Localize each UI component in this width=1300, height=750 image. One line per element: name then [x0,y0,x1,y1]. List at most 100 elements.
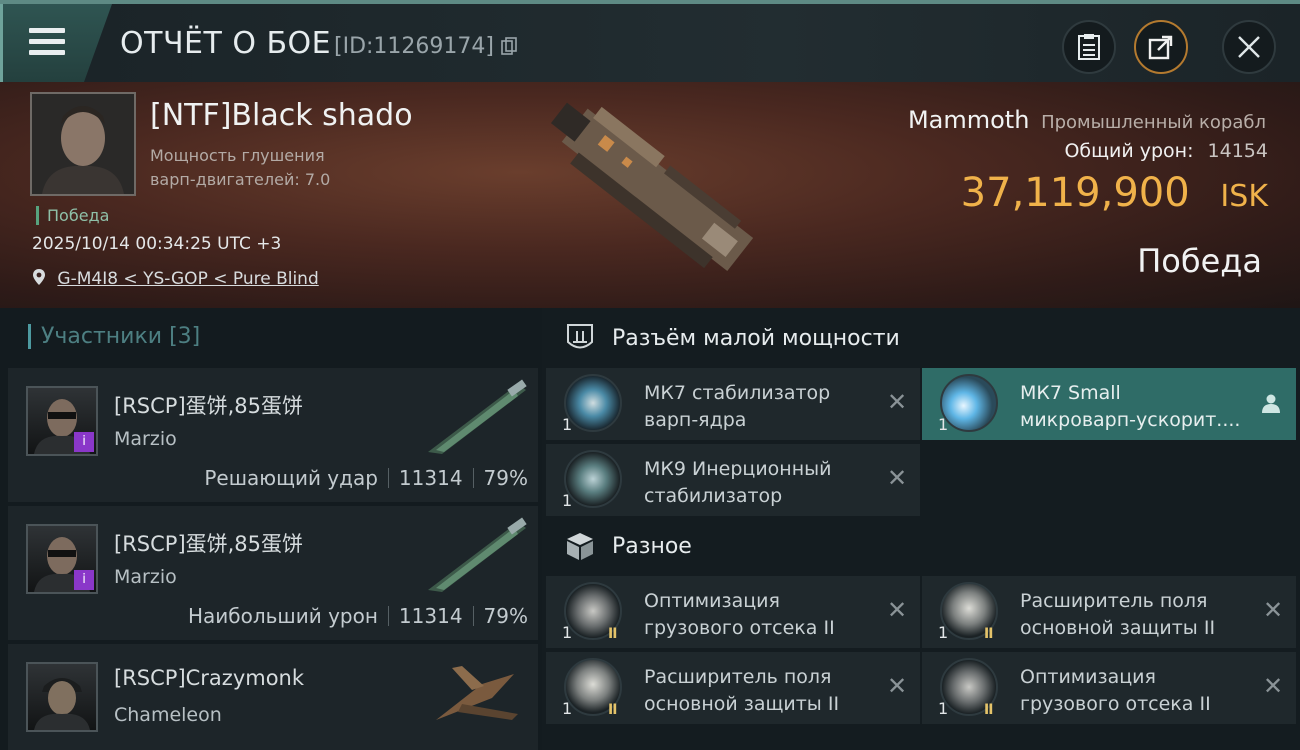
module-name-line-1: МК7 Small [1020,382,1121,404]
tech2-icon: II [984,626,993,642]
fitting-slot[interactable]: II 1 Расширитель поля основной защиты II… [922,576,1296,648]
participant-name: [RSCP]蛋饼,85蛋饼 [114,532,304,556]
fitting-slot[interactable]: 1 МК7 стабилизатор варп-ядра ✕ [546,368,920,440]
status-badge: Победа [36,206,109,225]
low-slot-header: Разъём малой мощности [564,322,900,354]
clipboard-button[interactable] [1062,20,1116,74]
remove-icon[interactable]: ✕ [886,466,908,490]
participants-count: [3] [169,324,201,349]
fittings-panel: Разъём малой мощности 1 МК7 стабилизатор… [542,308,1300,750]
participant-avatar: i [26,524,98,594]
module-icon [564,450,622,508]
module-icon [940,374,998,432]
pilot-portrait-image [32,94,134,194]
participant-percent: 79% [483,604,528,628]
fitting-slot[interactable]: II 1 Оптимизация грузового отсека II ✕ [922,652,1296,724]
victim-name[interactable]: [NTF]Black shado [150,98,413,133]
module-name-line-1: Оптимизация [644,590,780,612]
participant-ship: Marzio [114,566,177,588]
share-button[interactable] [1134,20,1188,74]
total-damage-value: 14154 [1207,140,1268,162]
clipboard-icon [1078,34,1100,60]
tech2-icon: II [608,702,617,718]
participant-card[interactable]: i [RSCP]蛋饼,85蛋饼 Marzio Наибольший урон 11… [8,506,538,640]
victim-ship[interactable]: Mammoth Промышленный корабл [908,106,1266,134]
module-name-line-2: основной защиты II [1020,617,1216,639]
module-name-line-2: грузового отсека II [1020,693,1211,715]
total-damage: Общий урон: 14154 [1064,140,1268,162]
isk-unit: ISK [1220,179,1268,214]
battle-result: Победа [1137,242,1262,280]
user-icon[interactable] [1260,392,1282,414]
participants-title: Участники [3] [28,324,200,349]
victim-ship-image [550,102,754,272]
remove-icon[interactable]: ✕ [1262,598,1284,622]
kill-datetime: 2025/10/14 00:34:25 UTC +3 [32,234,282,254]
participant-role: Наибольший урон [187,604,378,628]
close-icon [1238,36,1260,58]
participant-card[interactable]: [RSCP]Crazymonk Chameleon [8,644,538,750]
participant-ship: Chameleon [114,704,222,726]
participant-ship-image [436,666,518,720]
close-button[interactable] [1222,20,1276,74]
module-name: МК7 Small микроварп-ускорит.... [1020,380,1256,434]
remove-icon[interactable]: ✕ [886,390,908,414]
module-name: Расширитель поля основной защиты II [644,664,880,718]
remove-icon[interactable]: ✕ [886,674,908,698]
menu-button[interactable] [0,4,112,82]
fitting-slot[interactable]: II 1 Оптимизация грузового отсека II ✕ [546,576,920,648]
participant-damage: 11314 [398,466,463,490]
shield-slot-icon [567,324,593,349]
top-bar: ОТЧЁТ О БОЕ [ID:11269174] [0,0,1300,82]
module-icon [564,374,622,432]
copy-icon[interactable] [501,37,517,55]
module-name: Оптимизация грузового отсека II [1020,664,1256,718]
victim-panel: [NTF]Black shado Мощность глушения варп-… [0,82,1300,308]
module-name: МК7 стабилизатор варп-ядра [644,380,880,434]
module-name: Расширитель поля основной защиты II [1020,588,1256,642]
participant-card[interactable]: i [RSCP]蛋饼,85蛋饼 Marzio Решающий удар 1131… [8,368,538,502]
participant-name: [RSCP]Crazymonk [114,666,305,690]
report-id[interactable]: [ID:11269174] [334,34,517,59]
module-name-line-1: МК9 Инерционный [644,458,832,480]
total-damage-label: Общий урон: [1064,140,1194,162]
ship-type: Промышленный корабл [1041,112,1266,133]
fitting-slot[interactable]: 1 МК9 Инерционный стабилизатор ✕ [546,444,920,516]
victim-portrait[interactable] [30,92,136,196]
page-title: ОТЧЁТ О БОЕ [120,26,332,61]
module-qty: 1 [562,699,573,718]
cube-icon [567,533,593,560]
module-qty: 1 [562,491,573,510]
module-name: Оптимизация грузового отсека II [644,588,880,642]
info-badge: i [74,570,94,590]
module-name-line-1: Расширитель поля [644,666,832,688]
module-name-line-2: грузового отсека II [644,617,835,639]
remove-icon[interactable]: ✕ [886,598,908,622]
participant-ship-image [428,517,527,592]
report-id-text: [ID:11269174] [334,34,494,59]
module-name-line-1: Оптимизация [1020,666,1156,688]
tech2-icon: II [984,702,993,718]
module-qty: 1 [938,699,949,718]
participant-avatar: i [26,386,98,456]
remove-icon[interactable]: ✕ [1262,674,1284,698]
participants-panel: Участники [3] i [RSCP]蛋饼,85蛋饼 Marzio Реш… [0,308,542,750]
isk-value: 37,119,900 ISK [961,170,1268,216]
info-badge: i [74,432,94,452]
module-name-line-2: основной защиты II [644,693,840,715]
participant-damage: 11314 [398,604,463,628]
module-qty: 1 [562,623,573,642]
misc-header: Разное [564,530,692,562]
module-qty: 1 [938,415,949,434]
menu-icon [29,28,65,56]
participants-label: Участники [41,324,163,349]
participant-stats: Наибольший урон 11314 79% [188,604,528,628]
kill-location[interactable]: G-M4I8 < YS-GOP < Pure Blind [32,268,319,289]
location-link[interactable]: G-M4I8 < YS-GOP < Pure Blind [57,269,318,289]
module-name-line-2: микроварп-ускорит.... [1020,409,1241,431]
participant-name: [RSCP]蛋饼,85蛋饼 [114,394,304,418]
fitting-slot[interactable]: 1 МК7 Small микроварп-ускорит.... [922,368,1296,440]
participant-percent: 79% [483,466,528,490]
participant-portrait-image [34,678,90,730]
fitting-slot[interactable]: II 1 Расширитель поля основной защиты II… [546,652,920,724]
